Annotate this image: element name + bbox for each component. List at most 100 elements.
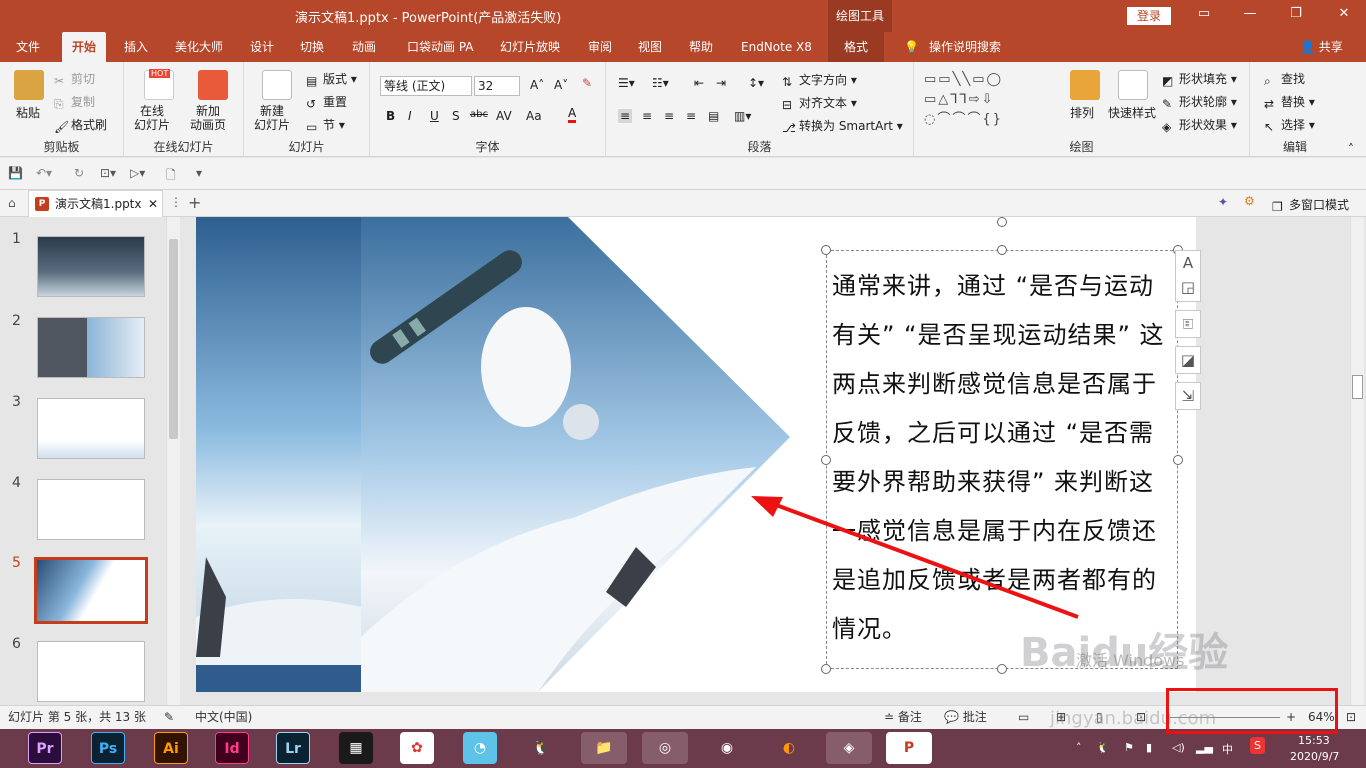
rotate-handle[interactable] <box>997 217 1007 227</box>
zoom-slider[interactable] <box>1170 717 1280 718</box>
tell-me-icon[interactable]: 💡 <box>904 32 919 62</box>
reset-button[interactable]: ↺ 重置 <box>306 93 347 111</box>
increase-indent-icon[interactable]: ⇥ <box>716 76 726 90</box>
align-text-button[interactable]: ⊟ 对齐文本 ▾ <box>782 94 857 112</box>
tab-design[interactable]: 设计 <box>250 32 274 62</box>
slideshow-view-icon[interactable]: ⊡ <box>1136 706 1146 728</box>
save-icon[interactable]: 💾 <box>8 166 23 180</box>
grow-font-button[interactable]: A˄ <box>530 78 544 92</box>
resize-handle[interactable] <box>997 245 1007 255</box>
flag-icon[interactable]: ⚑ <box>1124 741 1134 754</box>
quick-styles-button[interactable]: 快速样式 <box>1108 104 1156 121</box>
multi-window-button[interactable]: ❐ 多窗口模式 <box>1272 196 1349 214</box>
format-painter-button[interactable]: 🖌 格式刷 <box>54 116 107 134</box>
align-center-icon[interactable]: ≡ <box>642 109 652 123</box>
bullets-icon[interactable]: ☰▾ <box>618 76 635 90</box>
slide[interactable]: 通常来讲，通过 “是否与运动有关” “是否呈现运动结果” 这两点来判断感觉信息是… <box>196 217 1196 692</box>
zoom-level[interactable]: 64% <box>1308 706 1335 728</box>
thumbnail-scrollbar[interactable] <box>166 217 180 705</box>
slide-thumbnail[interactable] <box>37 317 145 378</box>
video-editor-icon[interactable]: ▦ <box>339 732 373 764</box>
volume-icon[interactable]: ◁) <box>1172 741 1185 754</box>
new-anim-button[interactable]: 新加 动画页 <box>190 104 226 132</box>
slide-thumbnail[interactable] <box>37 398 145 459</box>
new-slide-button[interactable]: 新建 幻灯片 <box>254 104 290 132</box>
align-left-icon[interactable]: ≡ <box>618 109 633 123</box>
find-button[interactable]: ⌕ 查找 <box>1264 70 1305 88</box>
select-button[interactable]: ↖ 选择 ▾ <box>1264 116 1315 134</box>
minimize-button[interactable]: — <box>1240 6 1260 21</box>
new-tab-icon[interactable]: + <box>188 193 201 212</box>
slide-body-text[interactable]: 通常来讲，通过 “是否与运动有关” “是否呈现运动结果” 这两点来判断感觉信息是… <box>832 262 1172 654</box>
wifi-icon[interactable]: ▂▄ <box>1196 741 1213 754</box>
replace-button[interactable]: ⇄ 替换 ▾ <box>1264 93 1315 111</box>
slide-thumbnail[interactable] <box>37 641 145 702</box>
justify-icon[interactable]: ≡ <box>686 109 696 123</box>
numbering-icon[interactable]: ☷▾ <box>652 76 669 90</box>
shrink-font-button[interactable]: A˅ <box>554 78 568 92</box>
shape-fill-button[interactable]: ◩ 形状填充 ▾ <box>1162 70 1237 88</box>
tab-animations[interactable]: 动画 <box>352 32 376 62</box>
shape-style-icon[interactable]: ◪ <box>1175 346 1201 374</box>
fit-slide-icon[interactable]: ⊡ <box>1346 706 1356 728</box>
ribbon-display-icon[interactable]: ▭ <box>1194 6 1214 21</box>
browser-icon[interactable]: ◎ <box>642 732 688 764</box>
textbox-icon[interactable]: 🗉 <box>1175 310 1201 338</box>
sorter-view-icon[interactable]: ⊞ <box>1056 706 1066 728</box>
language[interactable]: 中文(中国) <box>195 706 252 728</box>
new-doc-icon[interactable]: 🗋 <box>166 166 176 187</box>
zoom-in-icon[interactable]: + <box>1286 706 1296 728</box>
main-scroll-thumb[interactable] <box>1352 375 1363 399</box>
touch-mode-icon[interactable]: ⊡▾ <box>100 166 116 180</box>
sogou-icon[interactable]: S <box>1250 737 1265 754</box>
clock-time[interactable]: 15:53 <box>1298 734 1330 747</box>
clear-format-icon[interactable]: ✎ <box>582 76 592 90</box>
online-slide-button[interactable]: 在线 幻灯片 <box>134 104 170 132</box>
tab-review[interactable]: 审阅 <box>588 32 612 62</box>
network-icon[interactable]: ▮ <box>1146 741 1152 754</box>
shape-effects-button[interactable]: ◈ 形状效果 ▾ <box>1162 116 1237 134</box>
slide-thumbnail-current[interactable] <box>34 557 148 624</box>
media-player-icon[interactable]: ◐ <box>772 732 806 764</box>
underline-button[interactable]: U <box>430 109 439 123</box>
tab-view[interactable]: 视图 <box>638 32 662 62</box>
tab-home[interactable]: 开始 <box>62 32 107 62</box>
smartart-button[interactable]: ⎇ 转换为 SmartArt ▾ <box>782 117 903 135</box>
text-direction-button[interactable]: ⇅ 文字方向 ▾ <box>782 71 857 89</box>
tab-pocket-anim[interactable]: 口袋动画 PA <box>407 32 474 62</box>
undo-icon[interactable]: ↶▾ <box>36 166 52 180</box>
expand-icon[interactable]: ⇲ <box>1175 382 1201 410</box>
tab-beautify[interactable]: 美化大师 <box>175 32 223 62</box>
line-spacing-icon[interactable]: ↕▾ <box>748 76 764 90</box>
columns-icon[interactable]: ▥▾ <box>734 109 751 123</box>
resize-handle[interactable] <box>821 455 831 465</box>
illustrator-icon[interactable]: Ai <box>154 732 188 764</box>
notes-button[interactable]: ≐ 备注 <box>884 706 922 728</box>
maximize-button[interactable]: ❐ <box>1286 6 1306 21</box>
normal-view-icon[interactable]: ▭ <box>1018 706 1029 728</box>
cut-button[interactable]: ✂ 剪切 <box>54 70 95 88</box>
powerpoint-taskbar-icon[interactable]: P <box>886 732 932 764</box>
tab-slideshow[interactable]: 幻灯片放映 <box>500 32 560 62</box>
slide-thumbnail[interactable] <box>37 479 145 540</box>
settings-icon[interactable]: ⚙ <box>1244 194 1255 208</box>
slideshow-icon[interactable]: ▷▾ <box>130 166 145 180</box>
arrange-button[interactable]: 排列 <box>1070 104 1094 121</box>
layout-button[interactable]: ▤ 版式 ▾ <box>306 70 357 88</box>
main-scrollbar[interactable] <box>1350 217 1364 705</box>
notes-app-icon[interactable]: ◈ <box>826 732 872 764</box>
change-case-button[interactable]: Aa <box>526 109 542 123</box>
shadow-button[interactable]: S <box>452 109 460 123</box>
distributed-icon[interactable]: ▤ <box>708 109 719 123</box>
chat-app-icon[interactable]: ◔ <box>463 732 497 764</box>
ime-indicator[interactable]: 中 <box>1222 741 1233 757</box>
home-icon[interactable]: ⌂ <box>8 196 16 210</box>
photoshop-icon[interactable]: Ps <box>91 732 125 764</box>
login-button[interactable]: 登录 <box>1127 7 1171 25</box>
tab-help[interactable]: 帮助 <box>689 32 713 62</box>
spellcheck-icon[interactable]: ✎ <box>164 706 174 728</box>
text-style-icon[interactable]: A ◲ <box>1175 250 1201 302</box>
qq-icon[interactable]: 🐧 <box>524 732 558 764</box>
char-spacing-button[interactable]: AV <box>496 109 512 123</box>
share-button[interactable]: 👤 共享 <box>1300 32 1343 62</box>
